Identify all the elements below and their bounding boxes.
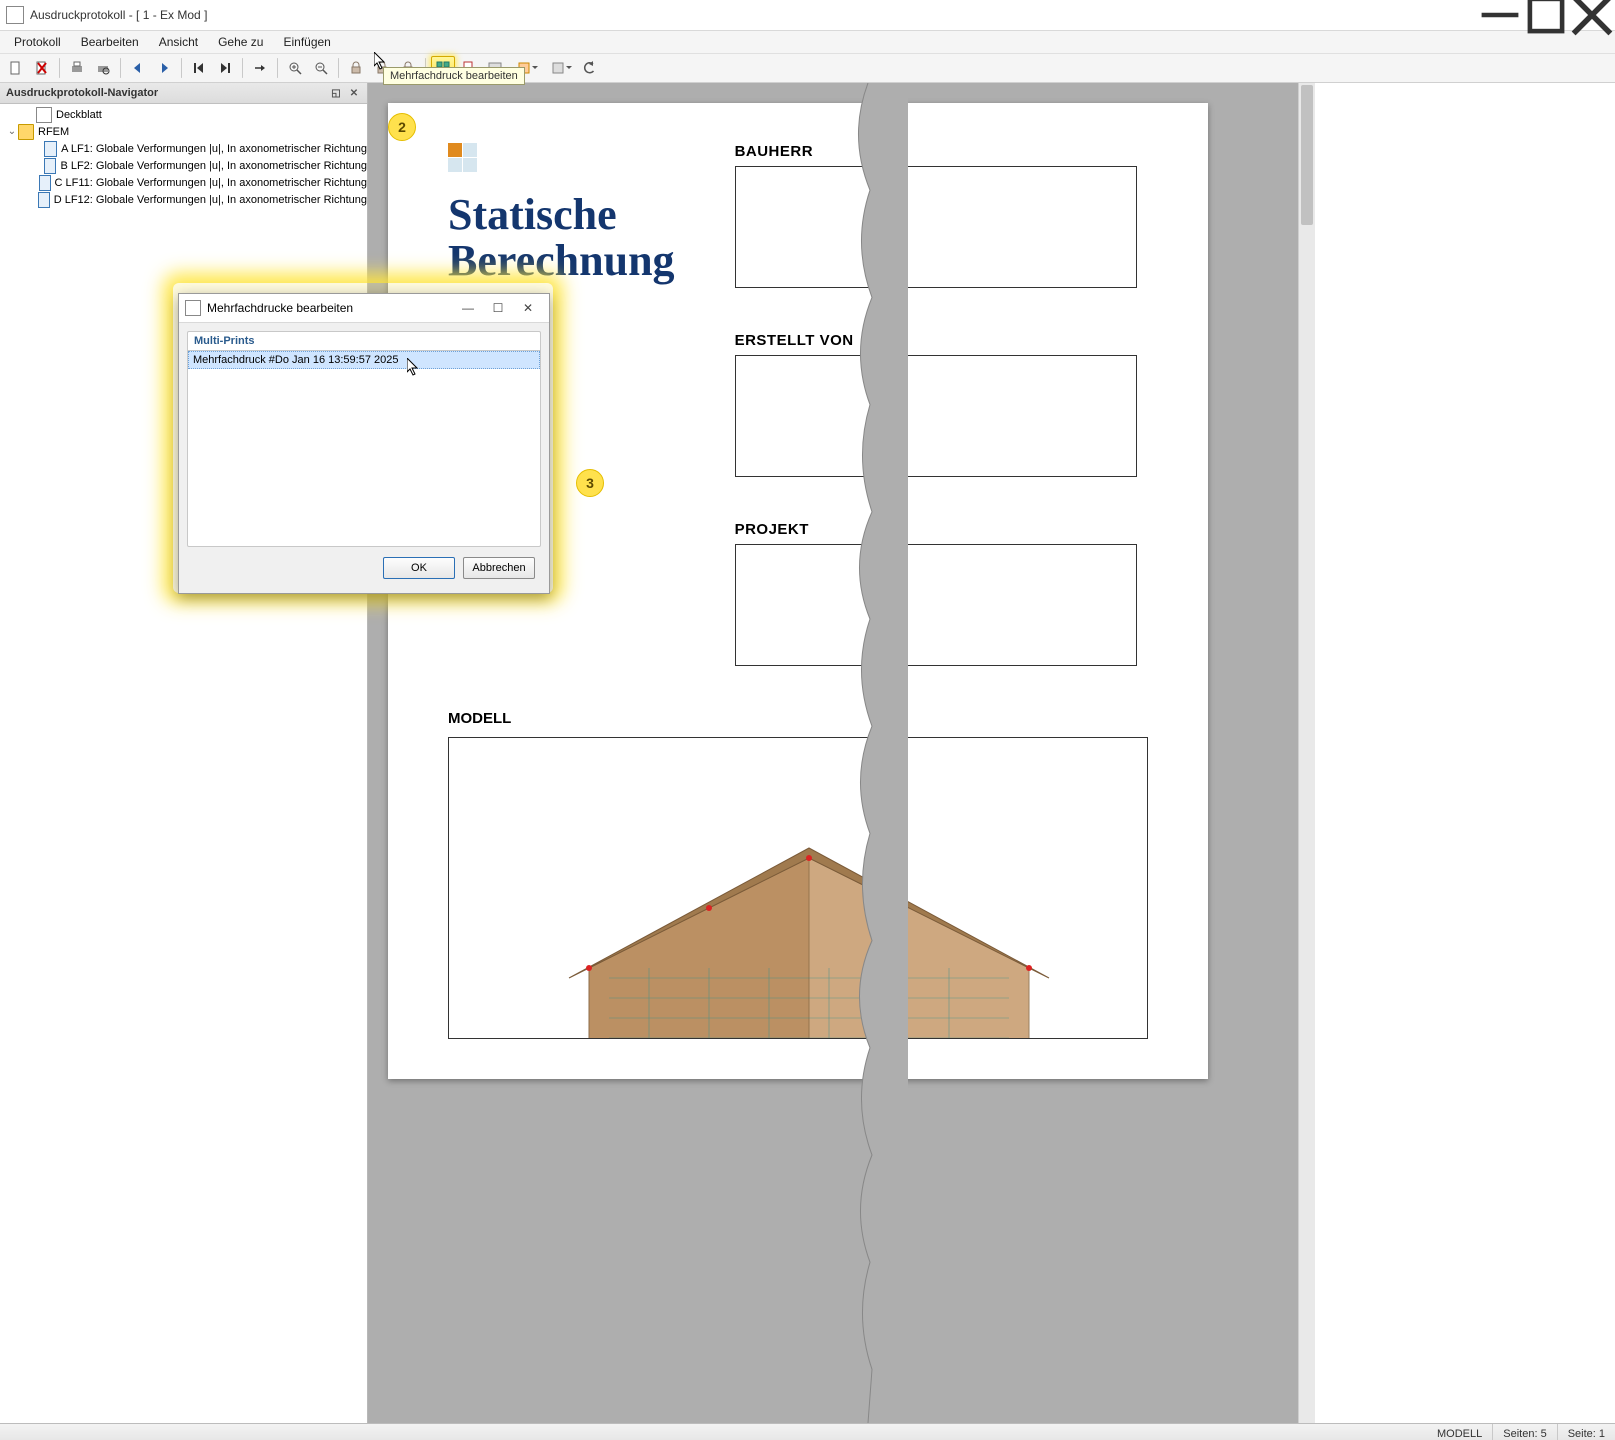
tool-refresh[interactable] [577,56,601,80]
close-button[interactable] [1569,0,1615,30]
navigator-float-icon[interactable]: ◱ [329,86,343,100]
minimize-button[interactable] [1477,0,1523,30]
dialog-minimize-button[interactable]: — [453,296,483,320]
section-erstellt: ERSTELLT VON [735,332,1148,477]
list-item[interactable]: Mehrfachdruck #Do Jan 16 13:59:57 2025 [188,351,540,369]
dialog-maximize-button[interactable]: ☐ [483,296,513,320]
separator [120,58,121,78]
preview-area: Statische Berechnung BAUHERR ERSTELLT VO… [368,83,1615,1423]
tool-new[interactable] [4,56,28,80]
navigator-panel: Ausdruckprotokoll-Navigator ◱ ✕ Deckblat… [0,83,368,1423]
separator [59,58,60,78]
tree-item[interactable]: C LF11: Globale Verformungen |u|, In axo… [0,174,367,191]
tree-item[interactable]: Deckblatt [0,106,367,123]
tool-zoom-in[interactable] [283,56,307,80]
toolbar: PDF [0,54,1615,83]
tree-item[interactable]: ⌄RFEM [0,123,367,140]
dialog-title: Mehrfachdrucke bearbeiten [207,301,353,315]
tooltip: Mehrfachdruck bearbeiten [383,67,525,85]
dialog-listbox[interactable]: Mehrfachdruck #Do Jan 16 13:59:57 2025 [188,350,540,546]
tree-item[interactable]: B LF2: Globale Verformungen |u|, In axon… [0,157,367,174]
logo-icon [448,143,675,172]
status-seite: Seite: 1 [1558,1424,1615,1440]
menu-ansicht[interactable]: Ansicht [149,33,208,51]
tool-export3[interactable] [543,56,575,80]
tree-item-label: A LF1: Globale Verformungen |u|, In axon… [61,143,367,155]
section-bauherr-label: BAUHERR [735,143,1148,160]
dialog-group: Multi-Prints Mehrfachdruck #Do Jan 16 13… [187,331,541,547]
tree-item-label: B LF2: Globale Verformungen |u|, In axon… [60,160,367,172]
dialog-group-label: Multi-Prints [188,332,540,350]
img-icon [39,175,51,191]
tree-item-label: RFEM [38,126,69,138]
separator [242,58,243,78]
doc-title: Statische Berechnung [448,192,675,284]
tool-first[interactable] [187,56,211,80]
img-icon [44,158,57,174]
navigator-header: Ausdruckprotokoll-Navigator ◱ ✕ [0,83,367,104]
fld-icon [18,124,34,140]
status-seiten: Seiten: 5 [1493,1424,1557,1440]
menu-einfuegen[interactable]: Einfügen [273,33,340,51]
maximize-button[interactable] [1523,0,1569,30]
torn-edge [828,83,908,1423]
tool-print-preview[interactable] [91,56,115,80]
model-graphic [509,798,1109,1039]
status-bar: MODELL Seiten: 5 Seite: 1 [0,1423,1615,1440]
menu-protokoll[interactable]: Protokoll [4,33,71,51]
section-erstellt-label: ERSTELLT VON [735,332,1148,349]
menu-bar: Protokoll Bearbeiten Ansicht Gehe zu Ein… [0,31,1615,54]
title-bar: Ausdruckprotokoll - [ 1 - Ex Mod ] [0,0,1615,31]
tree-item[interactable]: A LF1: Globale Verformungen |u|, In axon… [0,140,367,157]
section-bauherr: BAUHERR [735,143,1148,288]
img-icon [38,192,49,208]
preview-scrollbar[interactable] [1298,83,1315,1423]
section-projekt: PROJEKT [735,521,1148,666]
img-icon [44,141,57,157]
callout-2: 2 [388,113,416,141]
doc-icon [36,107,52,123]
tool-print[interactable] [65,56,89,80]
section-projekt-label: PROJEKT [735,521,1148,538]
tree-item-label: Deckblatt [56,109,102,121]
callout-3: 3 [576,469,604,497]
tool-goto[interactable] [248,56,272,80]
separator [181,58,182,78]
tool-last[interactable] [213,56,237,80]
navigator-close-icon[interactable]: ✕ [347,86,361,100]
separator [277,58,278,78]
navigator-title: Ausdruckprotokoll-Navigator [6,87,158,99]
tool-next[interactable] [152,56,176,80]
section-modell: MODELL [448,710,1148,1039]
menu-gehezu[interactable]: Gehe zu [208,33,273,51]
status-modell: MODELL [1427,1424,1493,1440]
tool-zoom-out[interactable] [309,56,333,80]
ok-button[interactable]: OK [383,557,455,579]
dialog-close-button[interactable]: ✕ [513,296,543,320]
window-title: Ausdruckprotokoll - [ 1 - Ex Mod ] [30,8,207,22]
tool-prev[interactable] [126,56,150,80]
dialog-titlebar: Mehrfachdrucke bearbeiten — ☐ ✕ [179,294,549,323]
tool-delete[interactable] [30,56,54,80]
menu-bearbeiten[interactable]: Bearbeiten [71,33,149,51]
right-margin [1315,83,1615,1423]
tree-item-label: D LF12: Globale Verformungen |u|, In axo… [54,194,367,206]
separator [338,58,339,78]
cancel-button[interactable]: Abbrechen [463,557,535,579]
section-modell-label: MODELL [448,710,1148,727]
dialog-icon [185,300,201,316]
tool-lock1[interactable] [344,56,368,80]
app-icon [6,6,24,24]
tree-item-label: C LF11: Globale Verformungen |u|, In axo… [55,177,367,189]
tree-item[interactable]: D LF12: Globale Verformungen |u|, In axo… [0,191,367,208]
dialog-multi-print: Mehrfachdrucke bearbeiten — ☐ ✕ Multi-Pr… [178,293,550,594]
